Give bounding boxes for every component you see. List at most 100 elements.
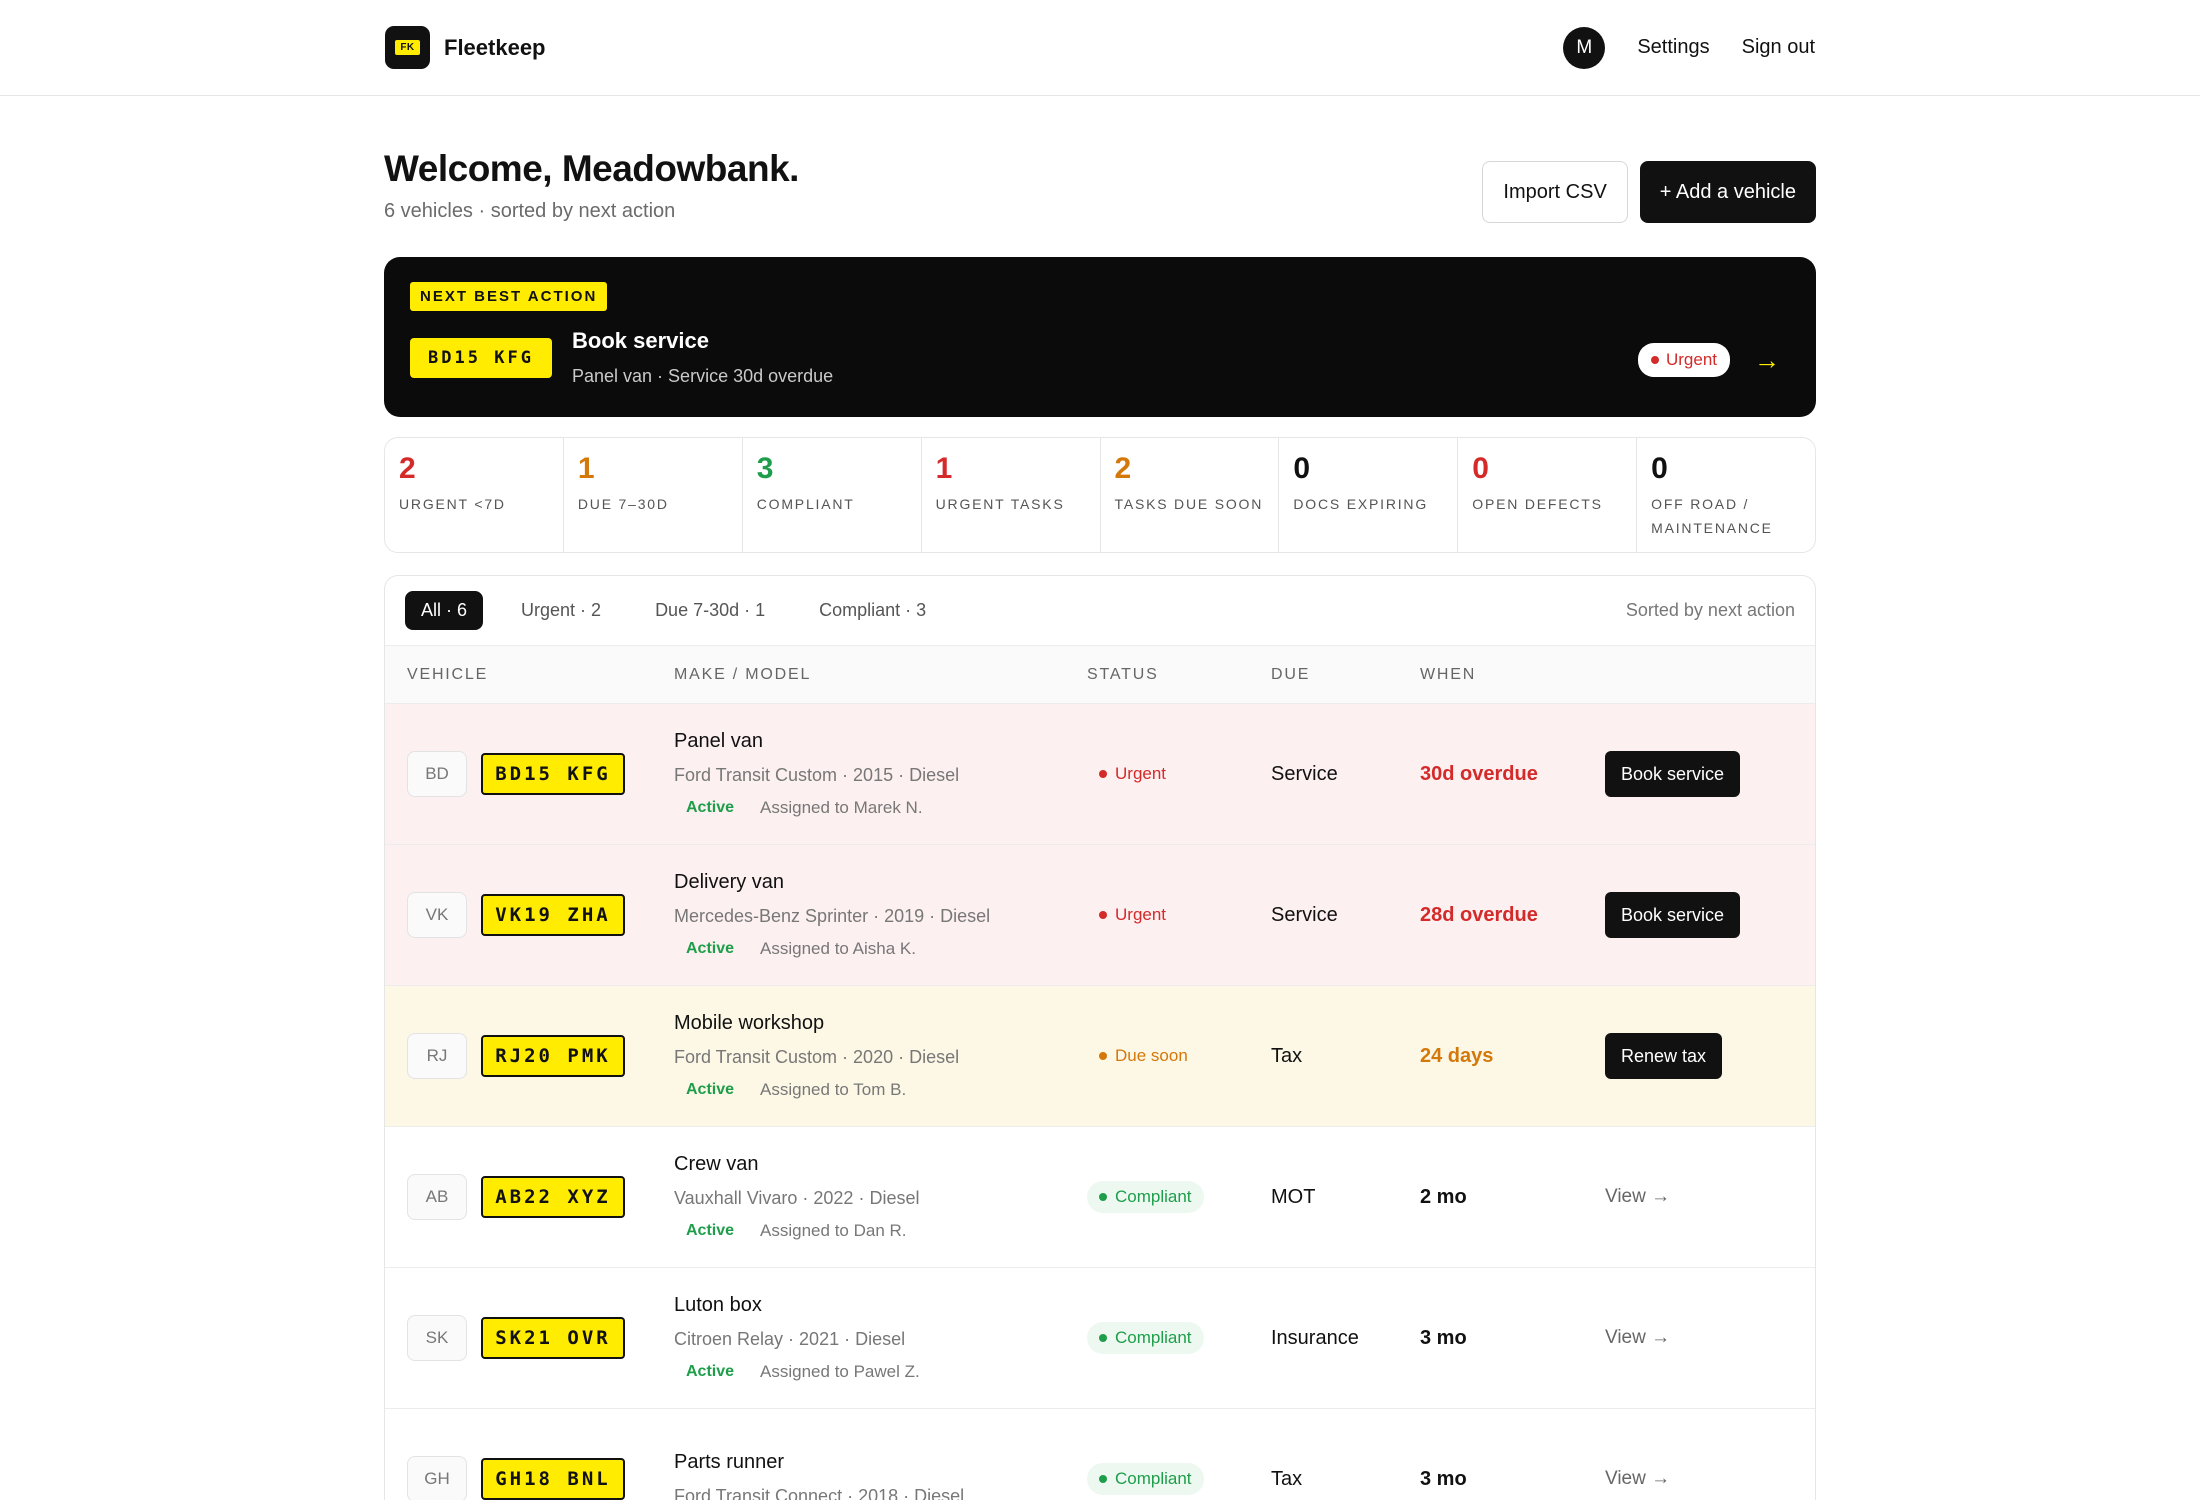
stat-card: 0 OFF ROAD / MAINTENANCE [1637, 438, 1815, 552]
active-tag: Active [686, 799, 735, 816]
status-badge: Compliant [1087, 1463, 1204, 1495]
next-best-action-card[interactable]: NEXT BEST ACTION BD15 KFG Book service P… [384, 257, 1816, 417]
view-link[interactable]: View → [1605, 1186, 1670, 1207]
status-cell: Urgent [1087, 899, 1271, 931]
next-best-action-title: Book service [572, 328, 709, 353]
column-header-make-model: MAKE / MODEL [674, 665, 812, 683]
logo-plate: FK [395, 40, 420, 55]
filter-chip[interactable]: Compliant · 3 [803, 591, 942, 630]
table-row[interactable]: RJ RJ20 PMK Mobile workshop Ford Transit Cu… [385, 986, 1815, 1127]
assigned-driver: Assigned to Tom B. [760, 1080, 907, 1099]
due-type: MOT [1271, 1185, 1316, 1208]
book-service-button[interactable]: Book service [1605, 751, 1741, 797]
stat-label: COMPLIANT [756, 496, 855, 512]
due-when: 3 mo [1420, 1326, 1467, 1349]
stat-label: OFF ROAD / MAINTENANCE [1651, 496, 1773, 536]
filter-chip[interactable]: Urgent · 2 [505, 591, 617, 630]
status-badge: Compliant [1087, 1181, 1204, 1213]
next-best-action-tag: NEXT BEST ACTION [410, 282, 608, 311]
next-best-action-meta: Urgent → [1637, 343, 1780, 377]
vehicle-meta: Active Assigned to Marek N. [674, 798, 1087, 818]
status-dot-icon [1099, 911, 1107, 919]
avatar[interactable]: M [1563, 26, 1606, 69]
renew-tax-button[interactable]: Renew tax [1605, 1033, 1723, 1079]
sign-out-link[interactable]: Sign out [1742, 36, 1815, 59]
status-badge: Urgent [1087, 899, 1178, 931]
page-subtitle: 6 vehicles · sorted by next action [384, 200, 676, 222]
stat-label: DUE 7–30D [577, 496, 669, 512]
license-plate: AB22 XYZ [481, 1176, 625, 1218]
status-badge: Due soon [1087, 1040, 1200, 1072]
stat-label: URGENT <7D [399, 496, 506, 512]
status-dot-icon [1650, 356, 1659, 364]
stat-value: 2 [1114, 452, 1132, 485]
vehicle-name: Mobile workshop [674, 1012, 825, 1034]
add-vehicle-button[interactable]: + Add a vehicle [1639, 161, 1816, 223]
vehicle-cell: BD BD15 KFG [385, 751, 674, 797]
active-tag: Active [686, 1081, 735, 1098]
table-row[interactable]: BD BD15 KFG Panel van Ford Transit Custom ·… [385, 704, 1815, 845]
table-row[interactable]: SK SK21 OVR Luton box Citroen Relay · 2021 … [385, 1268, 1815, 1409]
vehicle-identity: BD BD15 KFG [407, 751, 674, 797]
stat-card: 3 COMPLIANT [743, 438, 922, 552]
action-cell: Book service [1605, 751, 1815, 797]
sort-label: Sorted by next action [1625, 600, 1795, 620]
vehicle-spec: Mercedes-Benz Sprinter · 2019 · Diesel [674, 906, 991, 926]
make-model-cell: Parts runner Ford Transit Connect · 2018 … [674, 1451, 1087, 1500]
make-model-cell: Luton box Citroen Relay · 2021 · Diesel Ac… [674, 1294, 1087, 1382]
vehicle-spec: Ford Transit Custom · 2015 · Diesel [674, 765, 960, 785]
vehicle-meta: Active Assigned to Dan R. [674, 1221, 1087, 1241]
vehicle-name: Luton box [674, 1294, 762, 1316]
table-header: VEHICLE MAKE / MODEL STATUS DUE WHEN [385, 646, 1815, 704]
import-csv-button[interactable]: Import CSV [1482, 161, 1628, 223]
vehicle-spec: Citroen Relay · 2021 · Diesel [674, 1329, 906, 1349]
urgent-badge: Urgent [1637, 343, 1730, 377]
table-row[interactable]: VK VK19 ZHA Delivery van Mercedes-Benz Spri… [385, 845, 1815, 986]
stat-value: 0 [1293, 452, 1311, 485]
vehicle-name: Crew van [674, 1153, 759, 1175]
status-cell: Compliant [1087, 1322, 1271, 1354]
due-type: Tax [1271, 1044, 1303, 1067]
arrow-right-icon[interactable]: → [1754, 345, 1780, 376]
column-header-status: STATUS [1087, 665, 1159, 683]
stats-strip: 2 URGENT <7D 1 DUE 7–30D 3 COMPLIANT 1 URGENT T… [384, 437, 1816, 553]
active-tag: Active [686, 1363, 735, 1380]
settings-link[interactable]: Settings [1637, 36, 1709, 59]
column-header-due: DUE [1271, 665, 1311, 683]
status-label: Compliant [1115, 1328, 1192, 1347]
table-row[interactable]: GH GH18 BNL Parts runner Ford Transit Conne… [385, 1409, 1815, 1500]
next-best-action-description: Panel van · Service 30d overdue [572, 366, 834, 386]
status-dot-icon [1099, 1193, 1107, 1201]
status-label: Due soon [1115, 1046, 1188, 1065]
status-dot-icon [1099, 1334, 1107, 1342]
book-service-button[interactable]: Book service [1605, 892, 1741, 938]
license-plate: SK21 OVR [481, 1317, 625, 1359]
make-model-cell: Crew van Vauxhall Vivaro · 2022 · Diesel A… [674, 1153, 1087, 1241]
view-link[interactable]: View → [1605, 1327, 1670, 1348]
vehicle-cell: AB AB22 XYZ [385, 1174, 674, 1220]
stat-value: 0 [1651, 452, 1668, 485]
vehicle-initials: VK [407, 892, 467, 938]
filter-chip[interactable]: Due 7-30d · 1 [639, 591, 781, 630]
due-when: 28d overdue [1420, 903, 1538, 926]
vehicle-identity: SK SK21 OVR [407, 1315, 674, 1361]
stat-label: OPEN DEFECTS [1472, 496, 1603, 512]
table-row[interactable]: AB AB22 XYZ Crew van Vauxhall Vivaro · 2022… [385, 1127, 1815, 1268]
assigned-driver: Assigned to Aisha K. [760, 939, 916, 958]
column-header-vehicle: VEHICLE [407, 665, 489, 683]
vehicle-identity: GH GH18 BNL [407, 1456, 674, 1500]
filter-chip[interactable]: All · 6 [405, 591, 484, 630]
next-best-action-body: BD15 KFG Book service Panel van · Servic… [410, 328, 1790, 387]
vehicle-initials: AB [407, 1174, 467, 1220]
filter-bar: All · 6 Urgent · 2 Due 7-30d · 1 Compliant … [385, 576, 1815, 646]
due-when: 24 days [1420, 1044, 1494, 1067]
assigned-driver: Assigned to Pawel Z. [760, 1362, 920, 1381]
page-heading: Welcome, Meadowbank. 6 vehicles · sorted… [384, 148, 799, 223]
stat-card: 0 OPEN DEFECTS [1458, 438, 1638, 552]
page-actions: Import CSV + Add a vehicle [1482, 161, 1816, 223]
stat-card: 1 DUE 7–30D [564, 438, 743, 552]
brand[interactable]: FK Fleetkeep [385, 26, 546, 69]
vehicle-initials: BD [407, 751, 467, 797]
view-link[interactable]: View → [1605, 1468, 1670, 1489]
vehicle-meta: Active Assigned to Pawel Z. [674, 1362, 1087, 1382]
